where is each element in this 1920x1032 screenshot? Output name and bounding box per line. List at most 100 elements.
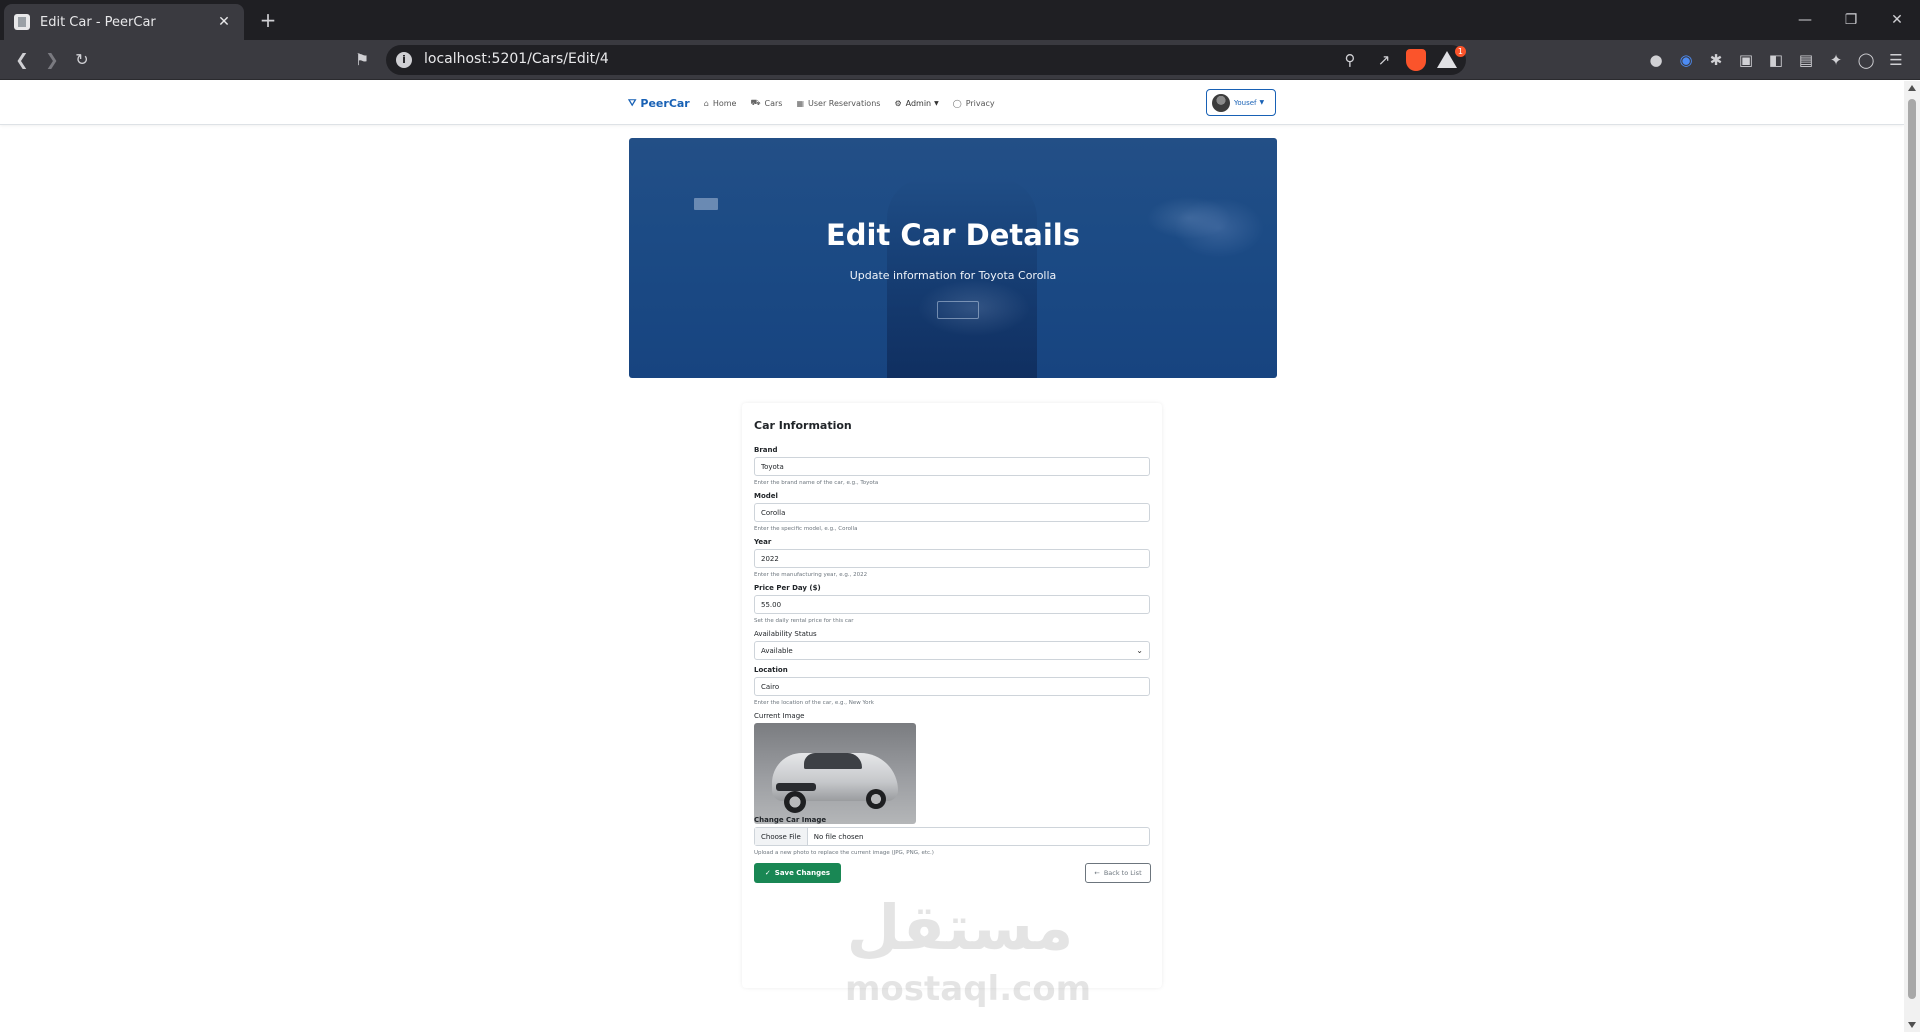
page-scrollbar[interactable] <box>1904 81 1920 1032</box>
browser-tab[interactable]: Edit Car - PeerCar ✕ <box>4 4 244 40</box>
tab-title: Edit Car - PeerCar <box>40 14 156 30</box>
avatar <box>1212 93 1230 112</box>
navbar-inner: ⛛ PeerCar ⌂ Home ⛟ Cars ▦ User Reservati… <box>628 81 1276 125</box>
user-name: Yousef <box>1234 98 1257 107</box>
reload-icon[interactable]: ↻ <box>70 48 94 72</box>
car-rear-wheel-shape <box>866 789 886 809</box>
wallet-icon[interactable]: ▤ <box>1794 48 1818 72</box>
nav-privacy[interactable]: ◯ Privacy <box>953 99 995 108</box>
caret-down-icon: ▼ <box>934 99 939 107</box>
car-grille-shape <box>776 783 816 791</box>
close-window-icon[interactable]: ✕ <box>1874 0 1920 40</box>
price-input[interactable] <box>754 595 1150 614</box>
shield-icon: ◯ <box>952 98 962 108</box>
user-menu-button[interactable]: Yousef ▼ <box>1206 89 1276 116</box>
page-viewport: ⛛ PeerCar ⌂ Home ⛟ Cars ▦ User Reservati… <box>0 81 1904 1032</box>
arrow-left-icon: ← <box>1094 869 1100 877</box>
vpn-shield-icon[interactable]: ◯ <box>1854 48 1878 72</box>
choose-file-button[interactable]: Choose File <box>755 828 808 845</box>
hero-banner: Edit Car Details Update information for … <box>629 138 1277 378</box>
nav-home-label: Home <box>712 98 737 108</box>
back-to-list-label: Back to List <box>1103 869 1142 877</box>
extension-c-icon[interactable]: ◉ <box>1674 48 1698 72</box>
current-image-label: Current Image <box>754 712 805 720</box>
scroll-up-icon[interactable] <box>1908 85 1916 91</box>
current-car-image <box>754 723 916 824</box>
nav-admin-dropdown[interactable]: ⚙ Admin ▼ <box>894 99 938 108</box>
nav-cars-label: Cars <box>764 98 783 108</box>
browser-tab-strip: Edit Car - PeerCar ✕ + — ❐ ✕ <box>0 0 1920 40</box>
nav-reservations-label: User Reservations <box>808 98 881 108</box>
site-navbar: ⛛ PeerCar ⌂ Home ⛟ Cars ▦ User Reservati… <box>0 81 1904 125</box>
nav-admin-label: Admin <box>905 98 932 108</box>
file-status: No file chosen <box>813 832 864 841</box>
watermark-latin: mostaql.com <box>845 969 1092 1009</box>
brand-link[interactable]: ⛛ PeerCar <box>628 97 690 110</box>
address-bar[interactable]: i localhost:5201/Cars/Edit/4 ⚲ ↗ 1 <box>386 45 1466 75</box>
hero-plate-shape <box>937 301 979 319</box>
brand-input[interactable] <box>754 457 1150 476</box>
close-tab-icon[interactable]: ✕ <box>214 14 234 30</box>
location-help: Enter the location of the car, e.g., New… <box>754 700 874 706</box>
page-subtitle: Update information for Toyota Corolla <box>849 269 1057 282</box>
back-to-list-button[interactable]: ← Back to List <box>1085 863 1151 883</box>
share-icon[interactable]: ↗ <box>1372 48 1396 72</box>
extension-icon[interactable]: ● <box>1644 48 1668 72</box>
puzzle-icon[interactable]: ✱ <box>1704 48 1728 72</box>
model-label: Model <box>754 492 778 500</box>
price-label: Price Per Day ($) <box>754 584 821 592</box>
save-changes-label: Save Changes <box>774 869 831 877</box>
year-input[interactable] <box>754 549 1150 568</box>
year-help: Enter the manufacturing year, e.g., 2022 <box>754 572 868 578</box>
sidebar-icon[interactable]: ◧ <box>1764 48 1788 72</box>
nav-privacy-label: Privacy <box>965 98 995 108</box>
screenshot-icon[interactable]: ▣ <box>1734 48 1758 72</box>
house-icon: ⌂ <box>703 98 709 108</box>
availability-select[interactable]: Available ⌄ <box>754 641 1150 660</box>
address-bar-actions: ⚲ ↗ 1 <box>1338 46 1466 72</box>
page-title: Edit Car Details <box>825 218 1081 252</box>
rewards-badge: 1 <box>1454 46 1466 57</box>
scroll-down-icon[interactable] <box>1908 1022 1916 1028</box>
availability-label: Availability Status <box>754 630 817 638</box>
forward-icon[interactable]: ❯ <box>40 48 64 72</box>
new-tab-button[interactable]: + <box>256 8 280 32</box>
model-help: Enter the specific model, e.g., Corolla <box>754 526 858 532</box>
brave-shields-icon[interactable] <box>1406 49 1426 71</box>
zoom-icon[interactable]: ⚲ <box>1338 48 1362 72</box>
bookmark-icon[interactable]: ⚑ <box>350 48 374 72</box>
model-input[interactable] <box>754 503 1150 522</box>
check-circle-icon: ✓ <box>764 869 771 877</box>
restore-icon[interactable]: ❐ <box>1828 0 1874 40</box>
brand-label: Brand <box>754 446 778 454</box>
site-info-icon[interactable]: i <box>396 52 412 68</box>
scroll-thumb[interactable] <box>1908 99 1916 999</box>
nav-cars[interactable]: ⛟ Cars <box>750 98 782 108</box>
caret-down-icon: ▼ <box>1259 99 1265 106</box>
menu-icon[interactable]: ☰ <box>1884 48 1908 72</box>
page-favicon-icon <box>14 14 30 30</box>
nav-home[interactable]: ⌂ Home <box>704 99 737 108</box>
car-image-file-input[interactable]: Choose File No file chosen <box>754 827 1150 846</box>
watermark: مستقل mostaql.com <box>845 891 1092 1021</box>
change-image-label: Change Car Image <box>754 816 827 824</box>
extension-icons: ● ◉ ✱ ▣ ◧ ▤ ✦ ◯ ☰ <box>1644 48 1908 72</box>
minimize-icon[interactable]: — <box>1782 0 1828 40</box>
leo-ai-icon[interactable]: ✦ <box>1824 48 1848 72</box>
browser-toolbar: ❮ ❯ ↻ ⚑ i localhost:5201/Cars/Edit/4 ⚲ ↗… <box>0 40 1920 80</box>
gear-icon: ⚙ <box>894 98 902 108</box>
car-logo-icon: ⛛ <box>628 97 637 109</box>
calendar-icon: ▦ <box>796 98 805 108</box>
nav-user-reservations[interactable]: ▦ User Reservations <box>796 99 880 108</box>
url-text[interactable]: localhost:5201/Cars/Edit/4 <box>424 51 609 67</box>
location-input[interactable] <box>754 677 1150 696</box>
brand-help: Enter the brand name of the car, e.g., T… <box>754 480 879 486</box>
change-image-help: Upload a new photo to replace the curren… <box>754 850 934 856</box>
brave-rewards-icon[interactable]: 1 <box>1436 46 1466 70</box>
watermark-arabic: مستقل <box>846 891 1074 964</box>
hero-sign-shape <box>694 198 718 210</box>
year-label: Year <box>754 538 772 546</box>
price-help: Set the daily rental price for this car <box>754 618 854 624</box>
back-icon[interactable]: ❮ <box>10 48 34 72</box>
save-changes-button[interactable]: ✓ Save Changes <box>754 863 841 883</box>
